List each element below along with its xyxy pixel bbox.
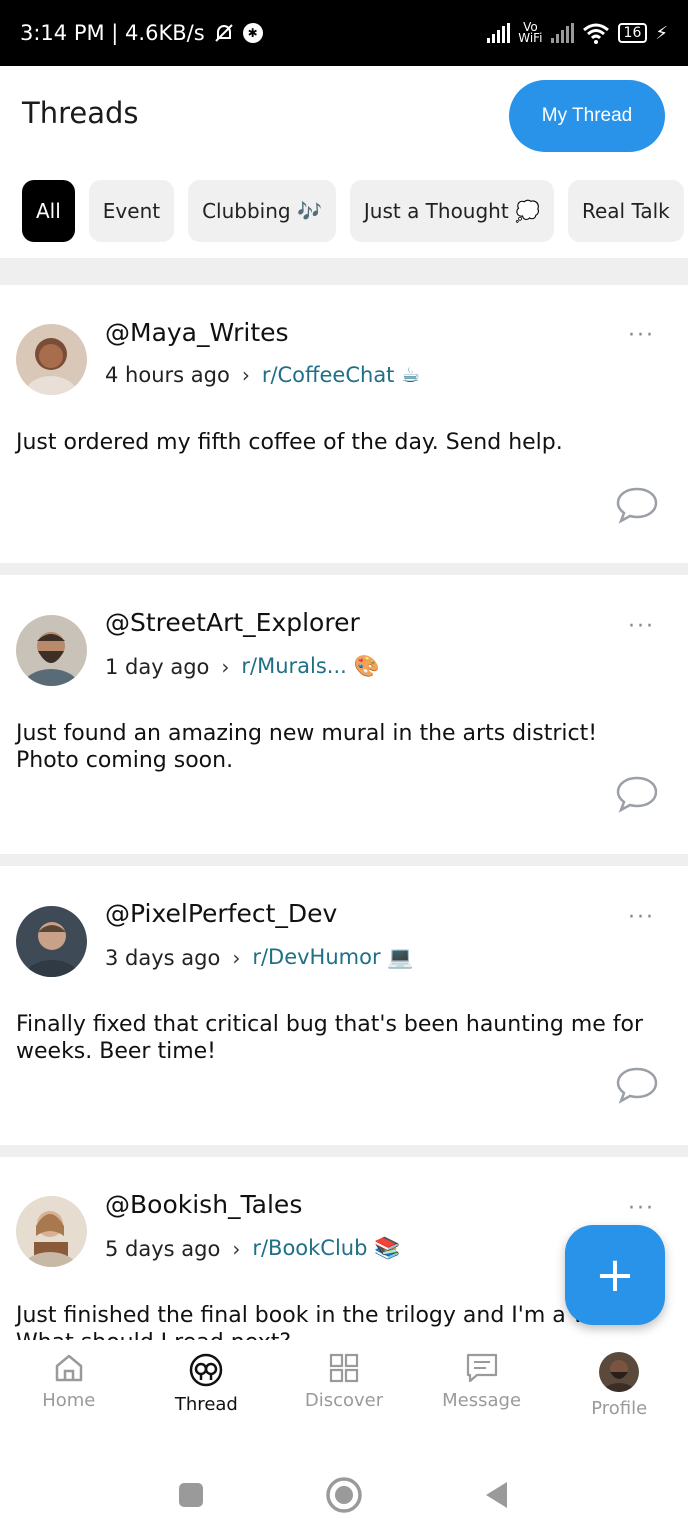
page-title: Threads — [22, 96, 139, 130]
back-button-icon[interactable] — [483, 1480, 511, 1510]
thread-icon — [190, 1353, 223, 1387]
chevron-right-icon: › — [232, 945, 241, 970]
recents-button-icon[interactable] — [177, 1481, 205, 1509]
nav-discover[interactable]: Discover — [275, 1340, 413, 1440]
status-bar: 3:14 PM | 4.6KB/s ✱ Vo WiFi 16 ⚡ — [0, 0, 688, 66]
post-subreddit[interactable]: r/BookClub 📚 — [252, 1236, 400, 1261]
system-nav-bar — [0, 1460, 688, 1529]
profile-avatar — [599, 1352, 640, 1392]
avatar[interactable] — [16, 906, 87, 977]
post-username[interactable]: @Bookish_Tales — [105, 1190, 302, 1219]
filter-chips: All Event Clubbing 🎶 Just a Thought 💭 Re… — [0, 180, 688, 242]
status-time-speed: 3:14 PM | 4.6KB/s — [20, 21, 205, 45]
comment-icon[interactable] — [615, 1065, 659, 1105]
header: Threads My Thread — [0, 66, 688, 166]
filter-chip-just-a-thought[interactable]: Just a Thought 💭 — [349, 180, 554, 242]
bottom-nav: Home Thread Discover Message Profile — [0, 1340, 688, 1440]
filter-chip-clubbing[interactable]: Clubbing 🎶 — [188, 180, 336, 242]
my-thread-button[interactable]: My Thread — [509, 80, 665, 152]
post-text: Just found an amazing new mural in the a… — [16, 721, 598, 773]
post-subreddit[interactable]: r/DevHumor 💻 — [252, 945, 413, 970]
nav-message[interactable]: Message — [413, 1340, 551, 1440]
comment-icon[interactable] — [615, 774, 659, 814]
avatar[interactable] — [16, 1196, 87, 1267]
more-options-icon[interactable]: ··· — [628, 905, 655, 930]
nav-profile[interactable]: Profile — [550, 1340, 688, 1440]
signal-icon — [487, 23, 511, 43]
post-subreddit[interactable]: r/Murals... 🎨 — [241, 654, 379, 679]
post-username[interactable]: @StreetArt_Explorer — [105, 608, 360, 637]
nav-label: Home — [42, 1390, 96, 1411]
mute-bell-icon — [214, 24, 233, 42]
post-time: 3 days ago — [105, 945, 221, 970]
comment-icon[interactable] — [615, 485, 659, 525]
post-time: 5 days ago — [105, 1236, 221, 1261]
post-text: Finally fixed that critical bug that's b… — [16, 1012, 644, 1064]
chevron-right-icon: › — [221, 654, 230, 679]
charging-icon: ⚡ — [655, 22, 668, 44]
post-username[interactable]: @Maya_Writes — [105, 318, 289, 347]
home-icon — [55, 1354, 83, 1382]
post-text: Just ordered my fifth coffee of the day.… — [16, 430, 563, 455]
post-card[interactable]: @Maya_Writes 4 hours ago › r/CoffeeChat … — [0, 285, 688, 563]
post-card[interactable]: @StreetArt_Explorer 1 day ago › r/Murals… — [0, 576, 688, 854]
post-meta: 3 days ago › r/DevHumor 💻 — [105, 945, 413, 970]
filter-chip-event[interactable]: Event — [88, 180, 175, 242]
message-icon — [466, 1353, 497, 1383]
divider — [0, 563, 688, 575]
divider — [0, 1145, 688, 1157]
nav-label: Discover — [304, 1390, 384, 1411]
post-meta: 1 day ago › r/Murals... 🎨 — [105, 654, 380, 679]
nav-label: Profile — [591, 1398, 648, 1419]
filter-chip-all[interactable]: All — [22, 180, 75, 242]
more-options-icon[interactable]: ··· — [628, 614, 655, 639]
nav-label: Thread — [174, 1394, 238, 1415]
post-meta: 4 hours ago › r/CoffeeChat ☕ — [105, 363, 420, 387]
create-thread-button[interactable]: + — [565, 1225, 665, 1325]
chevron-right-icon: › — [241, 363, 250, 387]
more-options-icon[interactable]: ··· — [628, 1196, 655, 1221]
post-subreddit[interactable]: r/CoffeeChat ☕ — [262, 363, 420, 387]
nav-thread[interactable]: Thread — [138, 1340, 276, 1440]
discover-icon — [329, 1353, 359, 1383]
divider — [0, 258, 688, 285]
avatar[interactable] — [16, 324, 87, 395]
notification-icon: ✱ — [242, 23, 263, 43]
nav-home[interactable]: Home — [0, 1340, 138, 1440]
post-username[interactable]: @PixelPerfect_Dev — [105, 899, 337, 928]
post-card[interactable]: @PixelPerfect_Dev 3 days ago › r/DevHumo… — [0, 867, 688, 1145]
signal-2-icon — [550, 23, 574, 43]
post-meta: 5 days ago › r/BookClub 📚 — [105, 1236, 400, 1261]
avatar[interactable] — [16, 615, 87, 686]
vowifi-indicator: Vo WiFi — [518, 20, 543, 45]
more-options-icon[interactable]: ··· — [628, 323, 655, 348]
wifi-icon — [582, 23, 609, 44]
post-time: 4 hours ago — [105, 363, 230, 387]
battery-indicator: 16 — [617, 23, 648, 43]
chevron-right-icon: › — [232, 1236, 241, 1261]
divider — [0, 854, 688, 866]
nav-label: Message — [442, 1390, 522, 1411]
post-time: 1 day ago — [105, 654, 210, 679]
home-button-icon[interactable] — [325, 1476, 363, 1514]
filter-chip-real-talk[interactable]: Real Talk — [567, 180, 684, 242]
